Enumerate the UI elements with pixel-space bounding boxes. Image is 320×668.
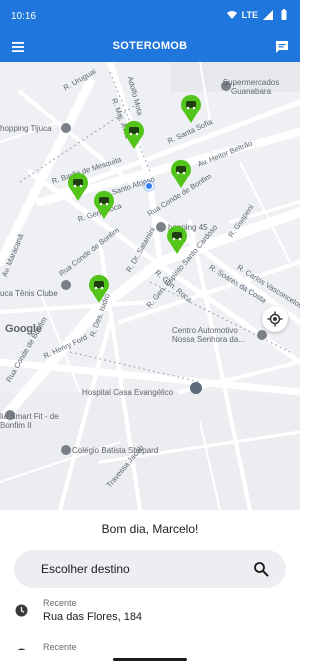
google-attribution: Google bbox=[5, 323, 42, 335]
app-title: SOTEROMOB bbox=[112, 40, 188, 52]
car-marker-icon[interactable] bbox=[170, 159, 192, 189]
poi-auto-center: Centro Automotivo Nossa Senhora da... bbox=[172, 326, 245, 344]
user-location-dot bbox=[145, 182, 153, 190]
bottom-sheet: Bom dia, Marcelo! Escolher destino Recen… bbox=[0, 510, 300, 668]
poi-shopping-tijuca: hopping Tijuca bbox=[0, 124, 52, 133]
destination-search-label: Escolher destino bbox=[41, 562, 130, 576]
status-time: 10:16 bbox=[11, 11, 37, 22]
destination-search-button[interactable]: Escolher destino bbox=[14, 550, 286, 588]
home-gesture-handle[interactable] bbox=[113, 658, 187, 661]
wifi-icon bbox=[226, 11, 237, 19]
car-marker-icon[interactable] bbox=[166, 225, 188, 255]
recent-label: Recente bbox=[43, 598, 77, 608]
car-marker-icon[interactable] bbox=[123, 120, 145, 150]
car-marker-icon[interactable] bbox=[93, 190, 115, 220]
car-marker-icon[interactable] bbox=[180, 94, 202, 124]
recent-destination-item[interactable]: Recente Rua das Flores, 184 bbox=[0, 598, 300, 634]
app-bar: SOTEROMOB bbox=[0, 32, 300, 62]
chat-bubble-icon[interactable] bbox=[275, 40, 289, 54]
status-icons: LTE bbox=[226, 9, 290, 21]
greeting-text: Bom dia, Marcelo! bbox=[101, 522, 199, 536]
battery-icon bbox=[281, 9, 287, 20]
poi-gym: lia Smart Fit - de Bonfim II bbox=[0, 412, 59, 430]
poi-supermarket: Supermercados Guanabara bbox=[222, 78, 280, 96]
system-nav-bar bbox=[0, 650, 300, 668]
car-marker-icon[interactable] bbox=[67, 172, 89, 202]
poi-tennis-club: uca Tênis Clube bbox=[0, 289, 58, 298]
status-bar: 10:16 LTE bbox=[0, 0, 300, 32]
network-type: LTE bbox=[241, 10, 258, 20]
car-marker-icon[interactable] bbox=[88, 274, 110, 304]
my-location-button[interactable] bbox=[262, 306, 288, 332]
clock-icon bbox=[15, 604, 28, 617]
signal-icon bbox=[263, 10, 273, 20]
crosshair-icon bbox=[267, 311, 283, 327]
poi-school: Colégio Batista Shepard bbox=[72, 446, 159, 455]
map-view[interactable]: Av. Maracanã R. Uruguai R. Maj. Ávila Ad… bbox=[0, 62, 300, 510]
recent-address: Rua das Flores, 184 bbox=[43, 611, 143, 623]
poi-hospital: Hospital Casa Evangélico bbox=[82, 388, 174, 397]
search-icon bbox=[254, 562, 269, 577]
